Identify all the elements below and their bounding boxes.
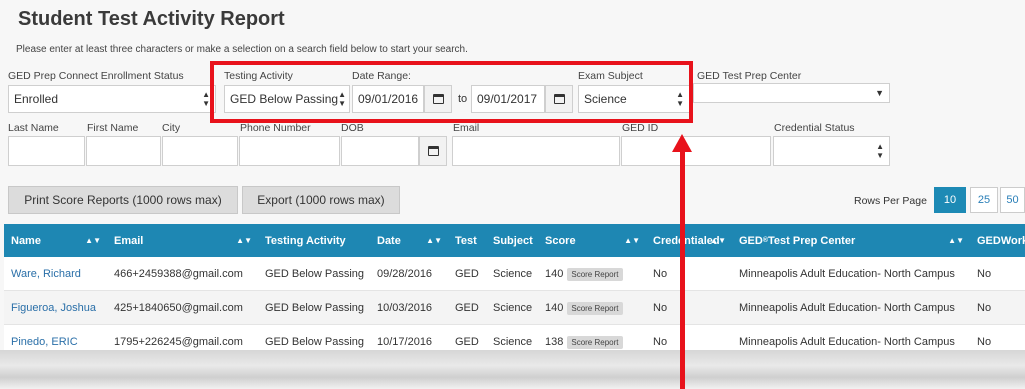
prep-center-select[interactable]: ▼ <box>693 83 890 103</box>
annotation-arrow-head-icon <box>672 134 692 152</box>
ged-id-label: GED ID <box>622 122 659 134</box>
prep-center-label: GED Test Prep Center <box>697 70 802 82</box>
ged-id-input[interactable] <box>621 136 771 166</box>
table-row: Ware, Richard 466+2459388@gmail.com GED … <box>4 257 1025 291</box>
col-activity[interactable]: Testing Activity <box>258 224 369 257</box>
prep-center-cell: Minneapolis Adult Education- North Campu… <box>739 302 955 314</box>
date-cell: 10/03/2016 <box>377 302 433 314</box>
page-size-25[interactable]: 25 <box>970 187 998 213</box>
dob-input[interactable] <box>341 136 419 166</box>
date-cell: 09/28/2016 <box>377 268 433 280</box>
subject-cell: Science <box>493 268 533 280</box>
subject-cell: Science <box>493 302 533 314</box>
email-cell: 425+1840650@gmail.com <box>114 302 243 314</box>
activity-cell: GED Below Passing <box>265 268 365 280</box>
score-report-button[interactable]: Score Report <box>567 267 623 281</box>
table-row: Figueroa, Joshua 425+1840650@gmail.com G… <box>4 291 1025 325</box>
enrollment-select[interactable]: Enrolled ▲ ▼ <box>8 85 216 113</box>
col-email[interactable]: Email ▲▼ <box>107 224 257 257</box>
page-size-50[interactable]: 50 <box>1000 187 1025 213</box>
prep-center-cell: Minneapolis Adult Education- North Campu… <box>739 268 955 280</box>
gedworks-cell: No <box>977 302 992 314</box>
activity-cell: GED Below Passing <box>265 302 365 314</box>
sort-icon: ▲▼ <box>236 236 252 245</box>
rows-per-page-label: Rows Per Page <box>854 195 927 207</box>
dob-label: DOB <box>341 122 364 134</box>
results-table: Name ▲▼ Email ▲▼ Testing Activity Date ▲▼ T… <box>4 224 1025 359</box>
email-input[interactable] <box>452 136 620 166</box>
export-button[interactable]: Export (1000 rows max) <box>242 186 400 214</box>
first-name-input[interactable] <box>86 136 161 166</box>
student-name-link[interactable]: Figueroa, Joshua <box>4 291 96 325</box>
col-name[interactable]: Name ▲▼ <box>4 224 106 257</box>
col-credentialed[interactable]: Credentialed ▲▼ <box>646 224 731 257</box>
print-score-reports-button[interactable]: Print Score Reports (1000 rows max) <box>8 186 238 214</box>
last-name-input[interactable] <box>8 136 85 166</box>
email-cell: 466+2459388@gmail.com <box>114 268 243 280</box>
sort-icon: ▲▼ <box>624 236 640 245</box>
credentialed-cell: No <box>653 268 668 280</box>
credential-label: Credential Status <box>774 122 855 134</box>
test-cell: GED <box>455 302 479 314</box>
credentialed-cell: No <box>653 302 668 314</box>
phone-label: Phone Number <box>240 122 311 134</box>
sort-arrows-icon: ▲ ▼ <box>202 90 210 108</box>
calendar-icon <box>427 146 439 156</box>
col-subject[interactable]: Subject <box>486 224 537 257</box>
col-prep-center[interactable]: GED ® Test Prep Center ▲▼ <box>732 224 969 257</box>
last-name-label: Last Name <box>8 122 59 134</box>
col-gedworks[interactable]: GEDWorks <box>970 224 1025 257</box>
first-name-label: First Name <box>87 122 139 134</box>
score-report-button[interactable]: Score Report <box>567 335 623 349</box>
caret-down-icon: ▼ <box>875 88 884 98</box>
annotation-arrow-line <box>680 150 685 389</box>
report-page: Student Test Activity Report Please ente… <box>0 0 1025 389</box>
col-date[interactable]: Date ▲▼ <box>370 224 447 257</box>
email-label: Email <box>453 122 480 134</box>
enrollment-label: GED Prep Connect Enrollment Status <box>8 70 184 82</box>
sort-icon: ▲▼ <box>85 236 101 245</box>
annotation-highlight-box <box>210 61 693 123</box>
col-score[interactable]: Score ▲▼ <box>538 224 645 257</box>
sort-arrows-icon: ▲ ▼ <box>876 142 884 160</box>
sort-icon: ▲▼ <box>948 236 964 245</box>
student-name-link[interactable]: Ware, Richard <box>4 257 81 291</box>
city-label: City <box>162 122 181 134</box>
table-header: Name ▲▼ Email ▲▼ Testing Activity Date ▲▼ T… <box>4 224 1025 257</box>
score-report-button[interactable]: Score Report <box>567 301 623 315</box>
dob-calendar-button[interactable] <box>419 136 447 166</box>
city-input[interactable] <box>162 136 238 166</box>
phone-input[interactable] <box>239 136 340 166</box>
page-title: Student Test Activity Report <box>18 8 285 30</box>
score-cell: 140 Score Report <box>538 257 623 291</box>
search-hint: Please enter at least three characters o… <box>16 44 468 55</box>
sort-icon: ▲▼ <box>426 236 442 245</box>
page-size-10[interactable]: 10 <box>934 187 966 213</box>
credential-select[interactable]: ▲ ▼ <box>773 136 890 166</box>
sort-icon: ▲▼ <box>710 236 726 245</box>
gedworks-cell: No <box>977 268 992 280</box>
page-shadow <box>0 350 1025 389</box>
score-cell: 140 Score Report <box>538 291 623 325</box>
test-cell: GED <box>455 268 479 280</box>
col-test[interactable]: Test <box>448 224 485 257</box>
